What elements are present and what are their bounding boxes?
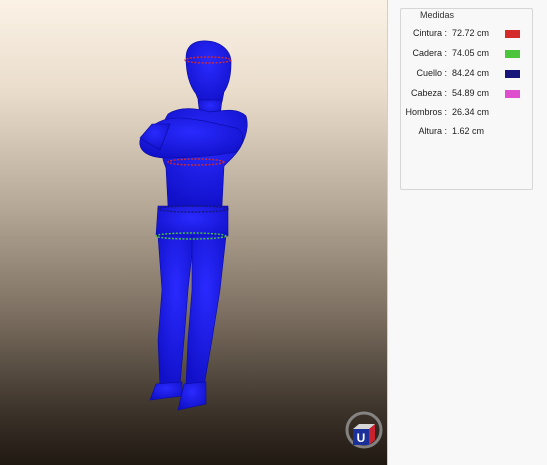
measurement-label: Cintura :: [412, 28, 447, 38]
university-logo-icon: U: [344, 410, 384, 450]
measurement-value: 84.24 cm: [452, 68, 490, 78]
color-swatch: [505, 70, 520, 78]
color-swatch: [505, 30, 520, 38]
measurement-value: 26.34 cm: [452, 107, 490, 117]
body-scan-model[interactable]: [0, 0, 387, 465]
measurement-value: 1.62 cm: [452, 126, 485, 136]
measurement-row-cabeza: Cabeza : 54.89 cm: [401, 86, 532, 102]
measurement-row-cintura: Cintura : 72.72 cm: [401, 26, 532, 42]
measurement-value: 72.72 cm: [452, 28, 490, 38]
measurement-label: Altura :: [418, 126, 447, 136]
logo-letter: U: [357, 431, 366, 445]
measurement-label: Cadera :: [412, 48, 447, 58]
3d-viewport[interactable]: U: [0, 0, 387, 465]
measurement-row-cadera: Cadera : 74.05 cm: [401, 46, 532, 62]
color-swatch: [505, 90, 520, 98]
measurement-row-altura: Altura : 1.62 cm: [401, 124, 532, 140]
measurement-row-hombros: Hombros : 26.34 cm: [401, 105, 532, 121]
measurement-value: 74.05 cm: [452, 48, 490, 58]
group-title: Medidas: [417, 10, 458, 20]
measurements-group: Medidas Cintura : 72.72 cm Cadera : 74.0…: [400, 8, 533, 190]
color-swatch: [505, 50, 520, 58]
measurement-label: Hombros :: [405, 107, 447, 117]
measurement-row-cuello: Cuello : 84.24 cm: [401, 66, 532, 82]
measurement-label: Cabeza :: [410, 88, 447, 98]
measurements-panel: Medidas Cintura : 72.72 cm Cadera : 74.0…: [388, 0, 547, 465]
measurement-value: 54.89 cm: [452, 88, 490, 98]
measurement-label: Cuello :: [416, 68, 447, 78]
